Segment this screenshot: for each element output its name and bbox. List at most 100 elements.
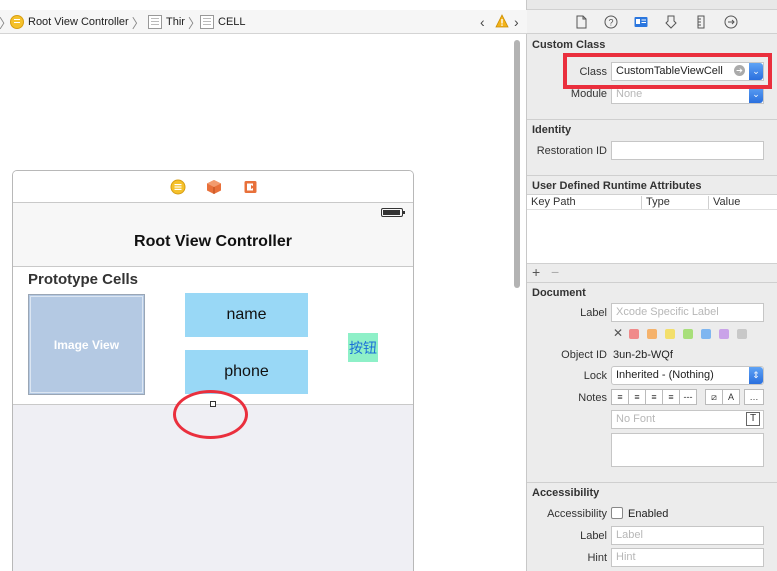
align-center-icon[interactable]: ≡	[628, 389, 646, 405]
align-natural-icon[interactable]: ---	[679, 389, 697, 405]
next-issue-button[interactable]: ›	[514, 14, 519, 30]
label-color-swatch[interactable]	[647, 329, 657, 339]
connections-inspector-icon[interactable]	[723, 14, 739, 30]
more-options-icon[interactable]: …	[744, 389, 764, 405]
column-divider	[708, 196, 709, 209]
restoration-id-label: Restoration ID	[536, 145, 607, 157]
breadcrumb-label: CELL	[218, 16, 246, 28]
notes-textarea[interactable]	[611, 433, 764, 467]
align-right-icon[interactable]: ≡	[645, 389, 663, 405]
lock-popup[interactable]: Inherited - (Nothing) ⇕	[611, 366, 764, 385]
table-cell-icon	[200, 15, 214, 29]
font-placeholder: No Font	[616, 413, 656, 425]
quick-help-icon[interactable]: ?	[603, 14, 619, 30]
section-title: Custom Class	[532, 39, 606, 51]
hint-field[interactable]: Hint	[611, 548, 764, 567]
enabled-label: Enabled	[628, 508, 669, 520]
column-divider	[641, 196, 642, 209]
background-color-icon[interactable]: A	[722, 389, 740, 405]
jump-bar: 〉 Root View Controller 〉 Thir 〉 CELL ‹ ›	[0, 10, 527, 34]
lock-label: Lock	[583, 370, 607, 382]
notes-label: Notes	[578, 392, 607, 404]
text-color-icon[interactable]: ⧄	[705, 389, 723, 405]
breadcrumb-item-root-view-controller[interactable]: Root View Controller 〉	[10, 15, 145, 31]
accessibility-label-field[interactable]: Label	[611, 526, 764, 545]
module-label: Module	[570, 88, 607, 100]
document-section: Document Label Xcode Specific Label ✕ Ob…	[527, 283, 777, 483]
add-attribute-button[interactable]: +	[532, 264, 540, 280]
section-title: Accessibility	[532, 487, 600, 499]
prototype-cells-header: Prototype Cells	[28, 271, 139, 288]
label-color-swatch[interactable]	[629, 329, 639, 339]
section-title: Document	[532, 287, 586, 299]
notes-alignment-bar: ≡ ≡ ≡ ≡ --- ⧄ A …	[611, 389, 764, 407]
breadcrumb-label: Root View Controller	[28, 16, 129, 28]
scrollbar-thumb[interactable]	[514, 40, 520, 288]
label-color-swatch[interactable]	[719, 329, 729, 339]
align-justify-icon[interactable]: ≡	[662, 389, 680, 405]
view-controller-scene[interactable]: Root View Controller Prototype Cells Ima…	[12, 170, 414, 571]
view-controller-icon	[10, 15, 24, 29]
section-title: Identity	[532, 124, 572, 136]
warning-icon[interactable]	[495, 14, 509, 28]
size-inspector-icon[interactable]	[693, 14, 709, 30]
identity-inspector: ? Custom Class Class CustomTableViewCell…	[527, 10, 777, 571]
restoration-id-field[interactable]	[611, 141, 764, 160]
section-title: User Defined Runtime Attributes	[532, 180, 702, 192]
breadcrumb-label: Thir	[166, 16, 185, 28]
view-controller-icon[interactable]	[170, 179, 186, 195]
runtime-attributes-table[interactable]: Key Path Type Value	[527, 194, 777, 264]
label-color-swatch[interactable]	[737, 329, 747, 339]
navigation-bar[interactable]: Root View Controller	[13, 203, 413, 267]
battery-icon	[381, 208, 405, 217]
remove-attribute-button[interactable]: −	[551, 264, 559, 280]
font-field[interactable]: No Font T	[611, 410, 764, 429]
navigation-title[interactable]: Root View Controller	[13, 233, 413, 251]
table-view[interactable]: Prototype Cells Image View name phone 按钮	[13, 267, 413, 405]
module-placeholder: None	[616, 88, 643, 100]
accessibility-enabled-checkbox[interactable]	[611, 507, 623, 519]
accessibility-section: Accessibility Accessibility Enabled Labe…	[527, 483, 777, 571]
document-label-field[interactable]: Xcode Specific Label	[611, 303, 764, 322]
previous-issue-button[interactable]: ‹	[480, 14, 485, 30]
lock-value: Inherited - (Nothing)	[616, 369, 714, 381]
first-responder-icon[interactable]	[206, 179, 222, 195]
storyboard-editor: 〉 Root View Controller 〉 Thir 〉 CELL ‹ ›	[0, 0, 527, 571]
lock-dropdown-button[interactable]: ⇕	[749, 367, 763, 384]
file-inspector-icon[interactable]	[573, 14, 589, 30]
label-color-swatch[interactable]	[665, 329, 675, 339]
accessibility-label-label: Label	[580, 530, 607, 542]
identity-section: Identity Restoration ID	[527, 120, 777, 176]
table-view-icon	[148, 15, 162, 29]
align-left-icon[interactable]: ≡	[611, 389, 629, 405]
annotation-red-rectangle	[563, 53, 772, 89]
scene-dock	[13, 171, 413, 203]
document-label-label: Label	[580, 307, 607, 319]
label-color-swatch[interactable]	[701, 329, 711, 339]
column-header-value[interactable]: Value	[713, 196, 740, 212]
column-header-key-path[interactable]: Key Path	[531, 196, 576, 212]
font-picker-icon[interactable]: T	[746, 412, 760, 426]
object-id-value: 3un-2b-WQf	[613, 349, 673, 361]
attributes-inspector-icon[interactable]	[663, 14, 679, 30]
cell-button[interactable]: 按钮	[348, 333, 378, 362]
image-view-label: Image View	[53, 337, 120, 352]
identity-inspector-icon[interactable]	[633, 14, 649, 30]
image-view[interactable]: Image View	[28, 294, 145, 395]
svg-text:?: ?	[608, 18, 613, 28]
no-label-color-icon[interactable]: ✕	[613, 326, 623, 340]
breadcrumb-item-thir[interactable]: Thir 〉	[148, 15, 201, 31]
accessibility-label: Accessibility	[547, 508, 607, 520]
runtime-attributes-section: User Defined Runtime Attributes Key Path…	[527, 176, 777, 283]
exit-icon[interactable]	[243, 179, 259, 195]
breadcrumb-item-cell[interactable]: CELL	[200, 15, 246, 29]
chevron-right-icon: 〉	[131, 15, 145, 31]
phone-label[interactable]: phone	[185, 350, 308, 394]
hint-label: Hint	[587, 552, 607, 564]
canvas-scrollbar[interactable]	[512, 40, 522, 290]
column-header-type[interactable]: Type	[646, 196, 670, 212]
name-label[interactable]: name	[185, 293, 308, 337]
inspector-tab-bar: ?	[527, 10, 777, 34]
label-color-swatch[interactable]	[683, 329, 693, 339]
object-id-label: Object ID	[561, 349, 607, 361]
